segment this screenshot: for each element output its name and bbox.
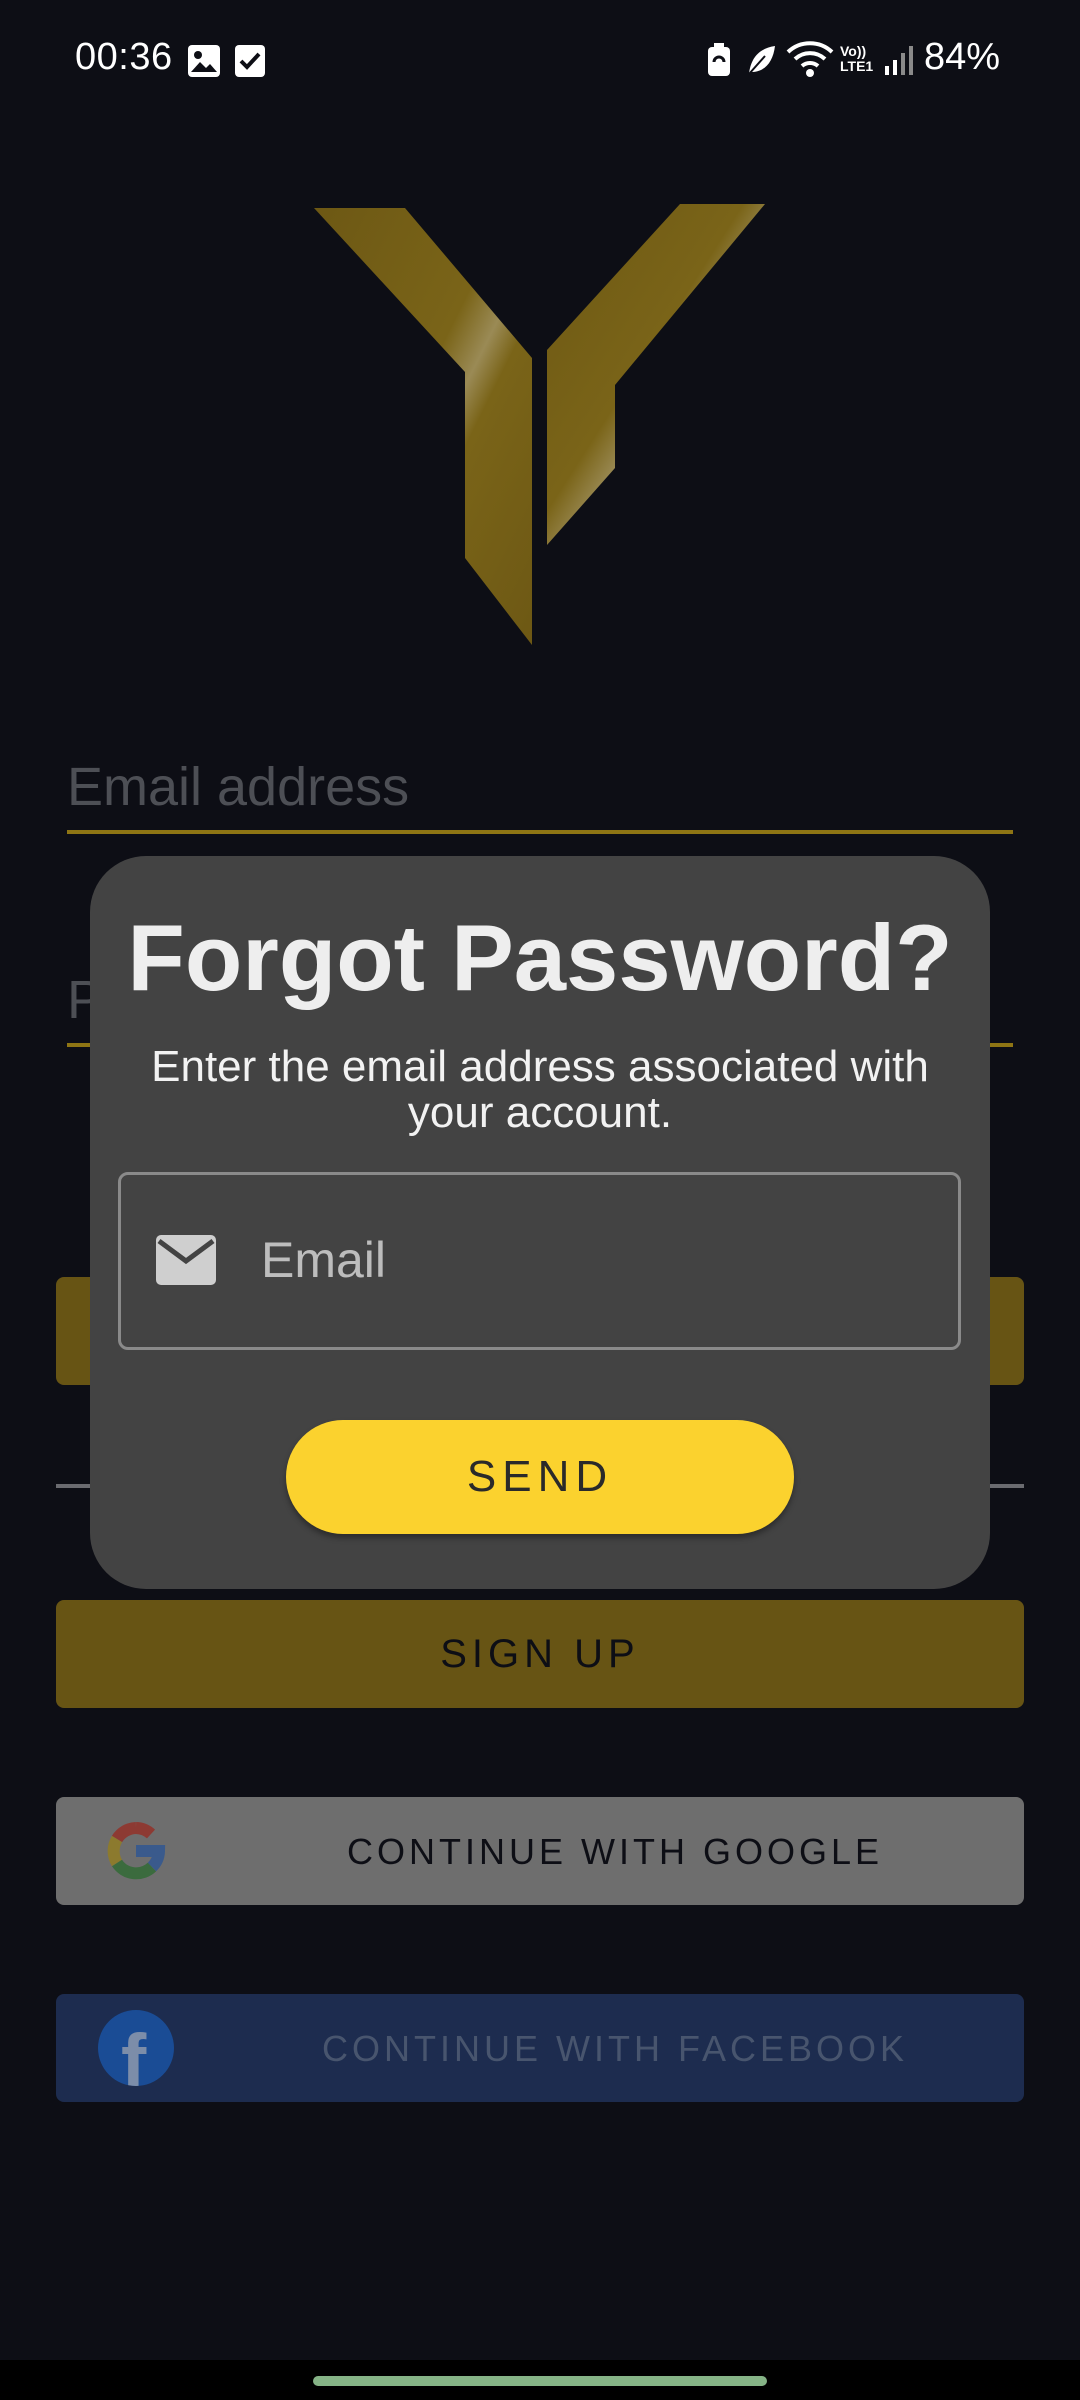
facebook-icon: f bbox=[98, 2010, 174, 2086]
send-label: SEND bbox=[466, 1452, 614, 1501]
facebook-glyph: f bbox=[121, 2019, 147, 2086]
signal-icon bbox=[885, 46, 913, 75]
app-logo bbox=[314, 204, 765, 645]
facebook-label: CONTINUE WITH FACEBOOK bbox=[321, 2028, 909, 2069]
wifi-icon bbox=[786, 41, 834, 77]
send-button[interactable]: SEND bbox=[286, 1420, 794, 1534]
continue-with-facebook-button[interactable]: f CONTINUE WITH FACEBOOK bbox=[56, 1994, 1024, 2102]
leaf-icon bbox=[748, 46, 775, 75]
dialog-subtitle: Enter the email address associated with … bbox=[151, 1042, 929, 1137]
email-input[interactable] bbox=[261, 1225, 921, 1295]
email-address-field[interactable]: Email address bbox=[67, 714, 1013, 834]
google-icon bbox=[107, 1822, 166, 1880]
email-underline bbox=[67, 830, 1013, 834]
email-input-box[interactable] bbox=[118, 1172, 961, 1350]
sign-up-button[interactable]: SIGN UP bbox=[56, 1600, 1024, 1708]
checkbox-icon bbox=[235, 45, 265, 77]
status-bar: 00:36 Vo)) LTE1 84% bbox=[0, 0, 1080, 120]
volte-icon: Vo)) LTE1 bbox=[840, 43, 874, 74]
dialog-title: Forgot Password? bbox=[127, 905, 953, 1010]
image-icon bbox=[188, 45, 220, 77]
battery-percent: 84% bbox=[923, 36, 1000, 78]
continue-with-google-button[interactable]: CONTINUE WITH GOOGLE bbox=[56, 1797, 1024, 1905]
google-label: CONTINUE WITH GOOGLE bbox=[346, 1831, 883, 1872]
mail-icon bbox=[156, 1235, 216, 1285]
email-address-label: Email address bbox=[67, 757, 410, 817]
battery-saver-icon bbox=[708, 43, 730, 76]
sign-up-label: SIGN UP bbox=[440, 1632, 640, 1676]
forgot-password-dialog: Forgot Password? Enter the email address… bbox=[90, 856, 990, 1589]
home-gesture-handle[interactable] bbox=[313, 2376, 767, 2386]
forgot-password-screen: 00:36 Vo)) LTE1 84% Email address P SIGN… bbox=[0, 0, 1080, 2400]
navigation-bar bbox=[0, 2360, 1080, 2400]
status-time: 00:36 bbox=[75, 36, 173, 78]
